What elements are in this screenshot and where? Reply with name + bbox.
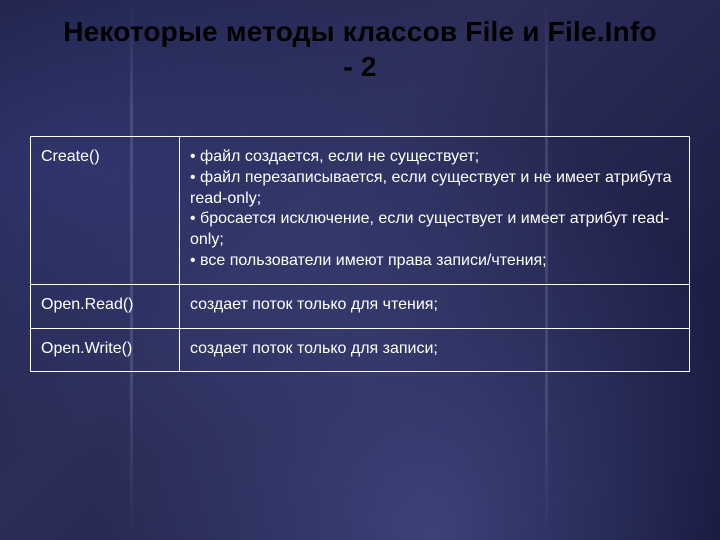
methods-table: Create() • файл создается, если не сущес… [30, 136, 690, 372]
method-description: создает поток только для записи; [180, 328, 690, 372]
table-row: Open.Write() создает поток только для за… [31, 328, 690, 372]
method-description: создает поток только для чтения; [180, 284, 690, 328]
method-description: • файл создается, если не существует; • … [180, 137, 690, 285]
method-name: Open.Read() [31, 284, 180, 328]
method-name: Open.Write() [31, 328, 180, 372]
table-row: Create() • файл создается, если не сущес… [31, 137, 690, 285]
table-row: Open.Read() создает поток только для чте… [31, 284, 690, 328]
slide-title: Некоторые методы классов File и File.Inf… [30, 14, 690, 84]
method-name: Create() [31, 137, 180, 285]
